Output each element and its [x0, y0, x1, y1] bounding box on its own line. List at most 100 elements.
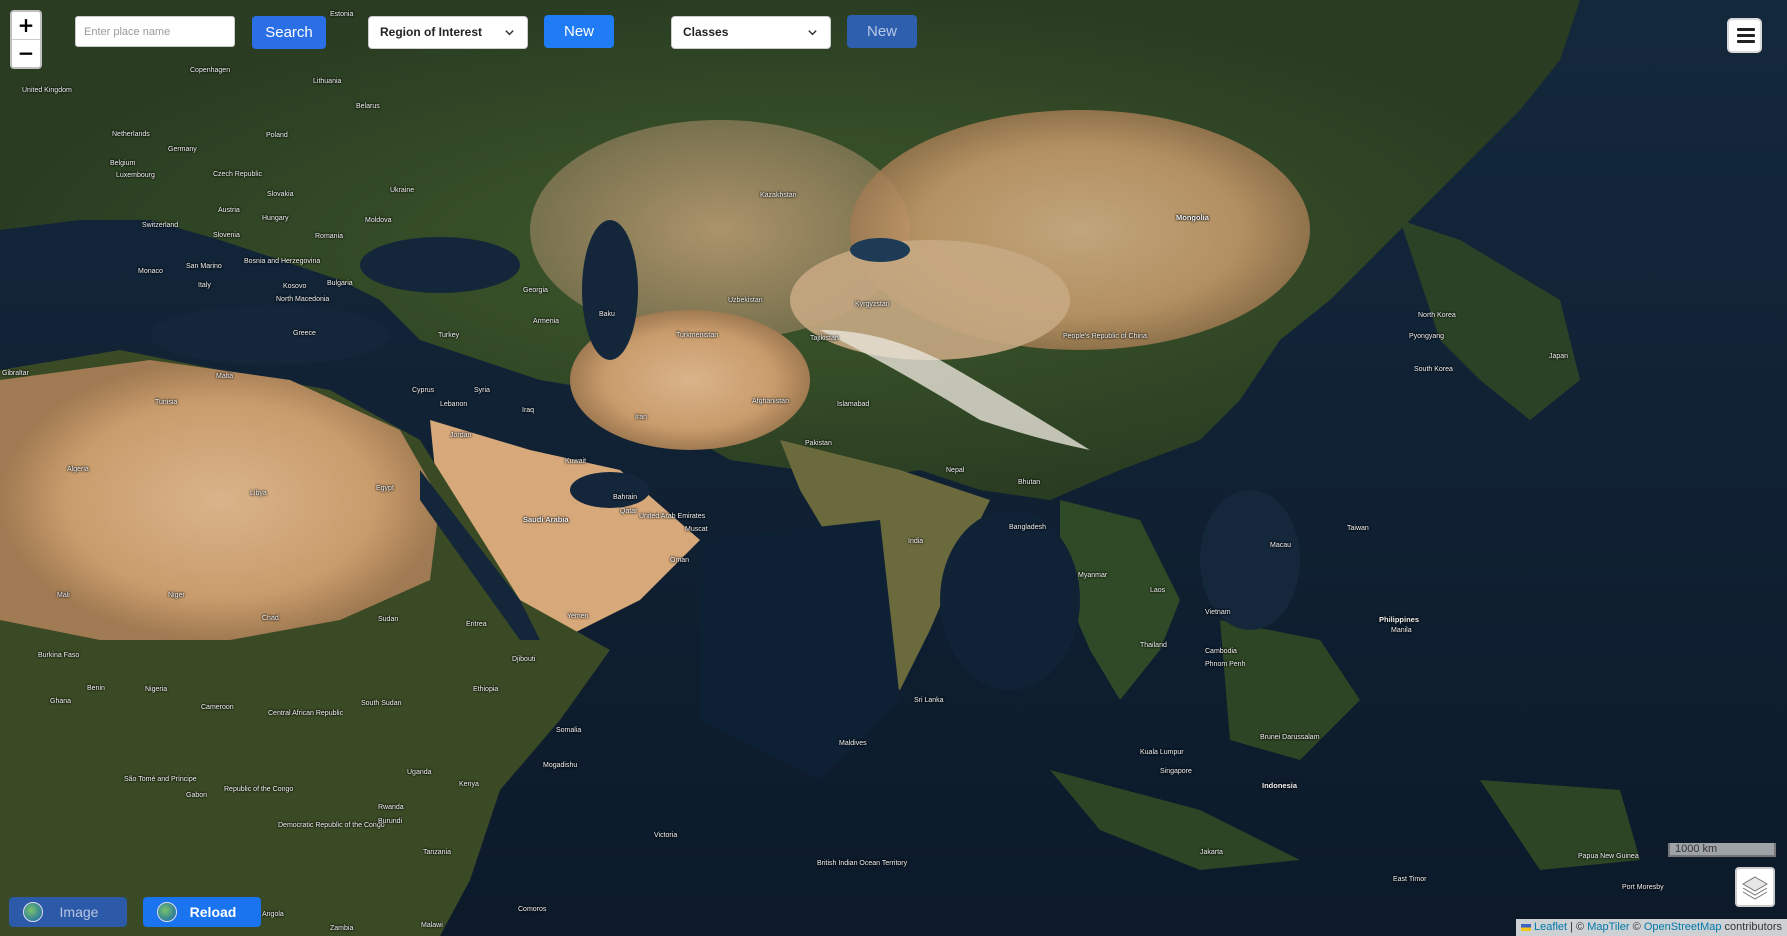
ukraine-flag-icon [1521, 923, 1532, 931]
classes-value: Classes [683, 25, 729, 39]
map-label: Republic of the Congo [224, 786, 294, 793]
new-class-button[interactable]: New [847, 15, 917, 48]
map-label: Eritrea [466, 621, 487, 628]
map-label: Port Moresby [1622, 884, 1664, 891]
map-label: United Arab Emirates [639, 513, 706, 520]
map-label: Ghana [50, 698, 72, 705]
hamburger-icon [1737, 28, 1755, 31]
map-label: Bhutan [1018, 479, 1041, 486]
map-label: Macau [1270, 542, 1292, 549]
map-label: Sudan [378, 616, 399, 623]
map-label: Singapore [1160, 768, 1192, 775]
map-label: Saudi Arabia [523, 515, 569, 524]
map-label: Qatar [620, 508, 638, 515]
map-label: Bulgaria [327, 280, 353, 287]
map-label: Greece [293, 330, 316, 337]
map-label: Belarus [356, 103, 380, 110]
map-label: Manila [1391, 627, 1412, 634]
reload-button-label: Reload [189, 904, 237, 920]
chevron-down-icon [505, 30, 514, 36]
scale-bar: 1000 km [1668, 843, 1776, 857]
map-label: Kyrgyzstan [855, 301, 890, 308]
image-button[interactable]: Image [9, 897, 127, 927]
map-label: Philippines [1379, 615, 1420, 624]
map-label: North Korea [1418, 312, 1456, 319]
new-region-button[interactable]: New [544, 15, 614, 48]
satellite-basemap [0, 0, 1787, 936]
map-label: Zambia [330, 925, 354, 932]
map-label: South Sudan [361, 700, 402, 707]
map-label: Copenhagen [190, 67, 231, 74]
map-label: Mali [57, 592, 70, 599]
map-label: Benin [87, 685, 105, 692]
map-label: Mongolia [1176, 213, 1209, 222]
map-label: Baku [599, 311, 615, 318]
map-view[interactable]: Estonia Lithuania Belarus Poland Germany… [0, 0, 1787, 936]
map-label: Egypt [376, 485, 394, 492]
openstreetmap-link[interactable]: OpenStreetMap [1644, 921, 1722, 933]
map-label: Cameroon [201, 704, 234, 711]
map-label: Moldova [365, 217, 392, 224]
image-button-label: Image [59, 904, 99, 920]
zoom-in-button[interactable]: + [12, 12, 40, 39]
map-label: Turkey [438, 332, 460, 339]
map-label: Malawi [421, 922, 443, 929]
reload-button[interactable]: Reload [143, 897, 261, 927]
map-label: Czech Republic [213, 171, 263, 178]
attribution-separator: © [1629, 921, 1644, 933]
map-label: Chad [262, 615, 279, 622]
place-search-input[interactable] [75, 16, 235, 47]
classes-select[interactable]: Classes [671, 16, 831, 49]
hamburger-icon [1737, 34, 1755, 37]
map-label: Yemen [567, 613, 589, 620]
map-label: Kuala Lumpur [1140, 749, 1184, 756]
map-label: Uganda [407, 769, 432, 776]
map-label: Belgium [110, 160, 136, 167]
leaflet-link[interactable]: Leaflet [1534, 921, 1567, 933]
map-label: Phnom Penh [1205, 661, 1246, 668]
region-of-interest-select[interactable]: Region of Interest [368, 16, 528, 49]
map-label: Italy [198, 282, 211, 289]
map-label: Cambodia [1205, 648, 1237, 655]
map-label: United Kingdom [22, 87, 72, 94]
search-button[interactable]: Search [252, 16, 326, 49]
map-label: Laos [1150, 587, 1166, 594]
map-label: Myanmar [1078, 572, 1108, 579]
map-label: Jakarta [1200, 849, 1223, 856]
map-label: Armenia [533, 318, 560, 325]
map-label: Afghanistan [752, 398, 789, 405]
hamburger-icon [1737, 40, 1755, 43]
map-label: Cyprus [412, 387, 435, 394]
map-label: Netherlands [112, 131, 150, 138]
map-label: Kenya [459, 781, 479, 788]
map-label: Islamabad [837, 401, 870, 408]
map-label: Pakistan [805, 440, 832, 447]
map-label: Vietnam [1205, 609, 1231, 616]
zoom-out-button[interactable]: − [12, 39, 40, 67]
map-label: Ethiopia [473, 686, 499, 693]
maptiler-link[interactable]: MapTiler [1587, 921, 1629, 933]
map-label: Oman [670, 557, 690, 564]
map-label: Papua New Guinea [1578, 853, 1639, 860]
map-label: Iraq [522, 407, 535, 414]
map-label: East Timor [1393, 876, 1427, 883]
map-label: Angola [262, 911, 284, 918]
map-label: São Tomé and Príncipe [124, 776, 197, 783]
map-label: Monaco [138, 268, 163, 275]
map-label: Thailand [1140, 642, 1167, 649]
map-label: Gabon [186, 792, 208, 799]
map-label: Pyongyang [1409, 333, 1445, 340]
map-label: Ukraine [390, 187, 415, 194]
map-label: Mogadishu [543, 762, 578, 769]
map-label: Rwanda [378, 804, 404, 811]
menu-button[interactable] [1727, 18, 1762, 53]
layers-button[interactable] [1735, 867, 1775, 907]
map-label: Algeria [67, 466, 89, 473]
map-label: Romania [315, 233, 344, 240]
map-label: Iran [635, 414, 648, 421]
map-label: Kosovo [283, 283, 307, 290]
map-label: Maldives [839, 740, 867, 747]
map-label: India [908, 538, 924, 545]
map-label: Bahrain [613, 494, 638, 501]
map-label: Japan [1549, 353, 1569, 360]
